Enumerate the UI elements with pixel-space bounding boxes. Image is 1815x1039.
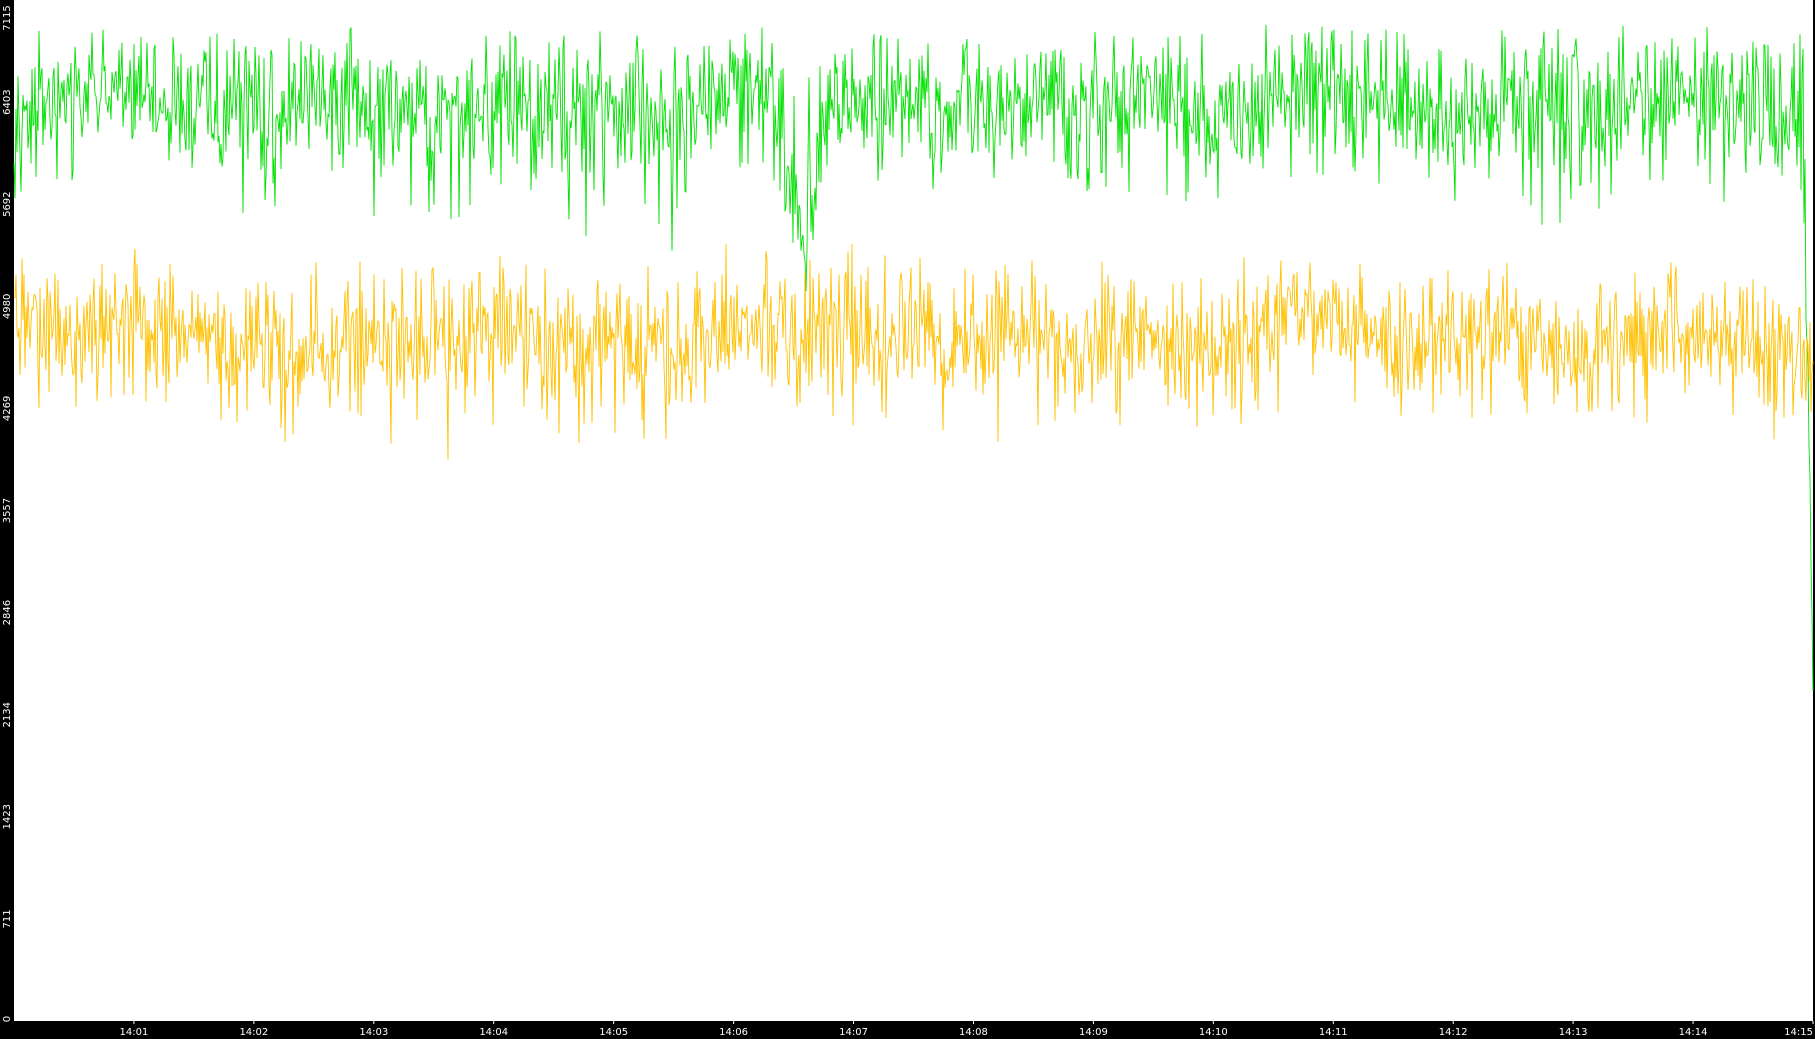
x-tick-label: 14:12 <box>1439 1027 1468 1038</box>
y-axis: 0 711 1423 2134 2846 3557 4269 4980 5692 6403 7115 <box>2 5 13 1022</box>
y-tick-label: 2134 <box>2 702 13 727</box>
y-tick-label: 6403 <box>2 89 13 114</box>
y-tick-label: 4980 <box>2 294 13 319</box>
y-tick-label: 0 <box>2 1016 13 1022</box>
x-axis: 14:01 14:02 14:03 14:04 14:05 14:06 14:07 14:08… <box>120 1021 1814 1038</box>
x-tick-label: 14:09 <box>1079 1027 1108 1038</box>
plot-area <box>14 0 1813 1021</box>
y-tick-label: 4269 <box>2 396 13 421</box>
y-tick-label: 2846 <box>2 600 13 625</box>
x-tick-label: 14:01 <box>120 1027 149 1038</box>
x-tick-label: 14:08 <box>959 1027 988 1038</box>
x-tick-label: 14:04 <box>479 1027 508 1038</box>
y-tick-label: 5692 <box>2 191 13 216</box>
x-tick-label: 14:06 <box>719 1027 748 1038</box>
x-tick-label: 14:02 <box>239 1027 268 1038</box>
x-tick-label: 14:07 <box>839 1027 868 1038</box>
x-tick-label: 14:10 <box>1199 1027 1228 1038</box>
x-tick-label: 14:11 <box>1319 1027 1348 1038</box>
chart-container: 0 711 1423 2134 2846 3557 4269 4980 5692 6403 7115… <box>0 0 1815 1039</box>
line-chart: 0 711 1423 2134 2846 3557 4269 4980 5692 6403 7115… <box>2 0 1814 1038</box>
x-tick-label: 14:05 <box>599 1027 628 1038</box>
x-tick-label: 14:13 <box>1559 1027 1588 1038</box>
x-tick-label: 14:03 <box>359 1027 388 1038</box>
x-tick-label: 14:14 <box>1679 1027 1708 1038</box>
y-tick-label: 7115 <box>2 5 13 30</box>
y-tick-label: 1423 <box>2 804 13 829</box>
x-tick-label: 14:15 <box>1784 1027 1813 1038</box>
y-tick-label: 711 <box>2 909 13 928</box>
y-tick-label: 3557 <box>2 498 13 523</box>
